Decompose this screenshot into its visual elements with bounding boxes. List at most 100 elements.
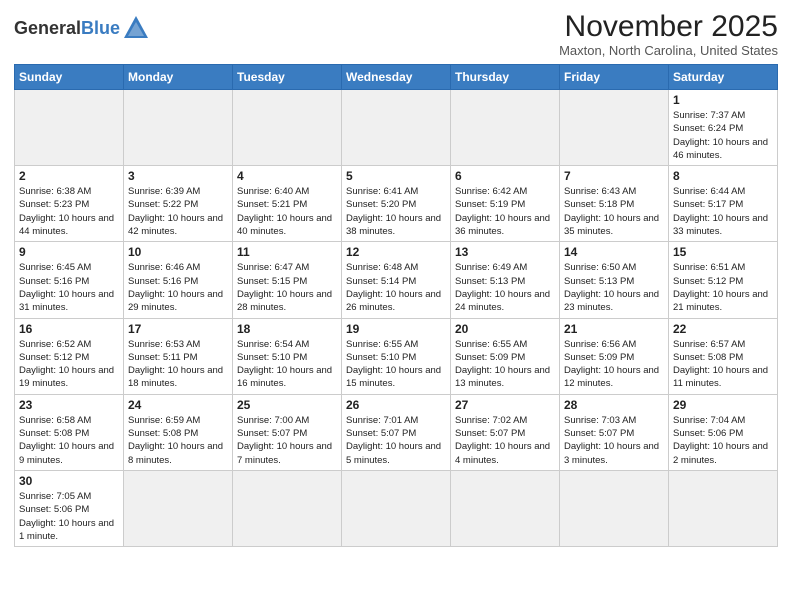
table-row: [124, 90, 233, 166]
day-info: Sunrise: 7:02 AM Sunset: 5:07 PM Dayligh…: [455, 414, 555, 467]
day-info: Sunrise: 6:42 AM Sunset: 5:19 PM Dayligh…: [455, 185, 555, 238]
table-row: 14 Sunrise: 6:50 AM Sunset: 5:13 PM Dayli…: [560, 242, 669, 318]
day-info: Sunrise: 7:37 AM Sunset: 6:24 PM Dayligh…: [673, 109, 773, 162]
day-info: Sunrise: 6:57 AM Sunset: 5:08 PM Dayligh…: [673, 338, 773, 391]
day-number: 19: [346, 322, 446, 336]
logo-blue: Blue: [81, 18, 120, 38]
table-row: 25 Sunrise: 7:00 AM Sunset: 5:07 PM Dayli…: [233, 394, 342, 470]
day-info: Sunrise: 6:50 AM Sunset: 5:13 PM Dayligh…: [564, 261, 664, 314]
table-row: 19 Sunrise: 6:55 AM Sunset: 5:10 PM Dayli…: [342, 318, 451, 394]
table-row: 12Sunrise: 6:48 AM Sunset: 5:14 PM Dayli…: [342, 242, 451, 318]
table-row: 21 Sunrise: 6:56 AM Sunset: 5:09 PM Dayli…: [560, 318, 669, 394]
day-number: 27: [455, 398, 555, 412]
table-row: [451, 90, 560, 166]
col-sunday: Sunday: [15, 65, 124, 90]
day-info: Sunrise: 6:53 AM Sunset: 5:11 PM Dayligh…: [128, 338, 228, 391]
logo-text: GeneralBlue: [14, 19, 120, 37]
day-number: 22: [673, 322, 773, 336]
day-info: Sunrise: 7:00 AM Sunset: 5:07 PM Dayligh…: [237, 414, 337, 467]
day-number: 20: [455, 322, 555, 336]
day-number: 8: [673, 169, 773, 183]
title-block: November 2025 Maxton, North Carolina, Un…: [559, 10, 778, 58]
location: Maxton, North Carolina, United States: [559, 43, 778, 58]
day-number: 10: [128, 245, 228, 259]
table-row: 4Sunrise: 6:40 AM Sunset: 5:21 PM Daylig…: [233, 166, 342, 242]
table-row: [15, 90, 124, 166]
table-row: 23 Sunrise: 6:58 AM Sunset: 5:08 PM Dayli…: [15, 394, 124, 470]
day-info: Sunrise: 7:05 AM Sunset: 5:06 PM Dayligh…: [19, 490, 119, 543]
month-title: November 2025: [559, 10, 778, 43]
day-info: Sunrise: 6:40 AM Sunset: 5:21 PM Dayligh…: [237, 185, 337, 238]
table-row: 18 Sunrise: 6:54 AM Sunset: 5:10 PM Dayli…: [233, 318, 342, 394]
day-info: Sunrise: 6:47 AM Sunset: 5:15 PM Dayligh…: [237, 261, 337, 314]
col-thursday: Thursday: [451, 65, 560, 90]
day-info: Sunrise: 6:45 AM Sunset: 5:16 PM Dayligh…: [19, 261, 119, 314]
day-number: 5: [346, 169, 446, 183]
calendar: Sunday Monday Tuesday Wednesday Thursday…: [14, 64, 778, 547]
day-info: Sunrise: 7:04 AM Sunset: 5:06 PM Dayligh…: [673, 414, 773, 467]
calendar-header-row: Sunday Monday Tuesday Wednesday Thursday…: [15, 65, 778, 90]
table-row: 20 Sunrise: 6:55 AM Sunset: 5:09 PM Dayli…: [451, 318, 560, 394]
day-info: Sunrise: 6:43 AM Sunset: 5:18 PM Dayligh…: [564, 185, 664, 238]
table-row: 8 Sunrise: 6:44 AM Sunset: 5:17 PM Daylig…: [669, 166, 778, 242]
day-number: 3: [128, 169, 228, 183]
table-row: [560, 470, 669, 546]
day-info: Sunrise: 7:03 AM Sunset: 5:07 PM Dayligh…: [564, 414, 664, 467]
day-number: 13: [455, 245, 555, 259]
day-number: 15: [673, 245, 773, 259]
table-row: 13 Sunrise: 6:49 AM Sunset: 5:13 PM Dayli…: [451, 242, 560, 318]
table-row: 2Sunrise: 6:38 AM Sunset: 5:23 PM Daylig…: [15, 166, 124, 242]
day-info: Sunrise: 6:52 AM Sunset: 5:12 PM Dayligh…: [19, 338, 119, 391]
day-info: Sunrise: 6:51 AM Sunset: 5:12 PM Dayligh…: [673, 261, 773, 314]
day-number: 21: [564, 322, 664, 336]
table-row: 3 Sunrise: 6:39 AM Sunset: 5:22 PM Daylig…: [124, 166, 233, 242]
table-row: 28Sunrise: 7:03 AM Sunset: 5:07 PM Dayli…: [560, 394, 669, 470]
table-row: [342, 90, 451, 166]
day-number: 25: [237, 398, 337, 412]
header: GeneralBlue November 2025 Maxton, North …: [14, 10, 778, 58]
table-row: [342, 470, 451, 546]
day-info: Sunrise: 6:55 AM Sunset: 5:09 PM Dayligh…: [455, 338, 555, 391]
table-row: 7Sunrise: 6:43 AM Sunset: 5:18 PM Daylig…: [560, 166, 669, 242]
col-saturday: Saturday: [669, 65, 778, 90]
table-row: [560, 90, 669, 166]
day-number: 30: [19, 474, 119, 488]
col-monday: Monday: [124, 65, 233, 90]
logo: GeneralBlue: [14, 14, 150, 42]
day-number: 11: [237, 245, 337, 259]
table-row: [124, 470, 233, 546]
day-number: 18: [237, 322, 337, 336]
day-info: Sunrise: 6:54 AM Sunset: 5:10 PM Dayligh…: [237, 338, 337, 391]
table-row: 26Sunrise: 7:01 AM Sunset: 5:07 PM Dayli…: [342, 394, 451, 470]
logo-general: General: [14, 18, 81, 38]
day-number: 14: [564, 245, 664, 259]
day-number: 23: [19, 398, 119, 412]
table-row: 6Sunrise: 6:42 AM Sunset: 5:19 PM Daylig…: [451, 166, 560, 242]
day-info: Sunrise: 6:44 AM Sunset: 5:17 PM Dayligh…: [673, 185, 773, 238]
table-row: 24Sunrise: 6:59 AM Sunset: 5:08 PM Dayli…: [124, 394, 233, 470]
day-info: Sunrise: 7:01 AM Sunset: 5:07 PM Dayligh…: [346, 414, 446, 467]
day-info: Sunrise: 6:56 AM Sunset: 5:09 PM Dayligh…: [564, 338, 664, 391]
col-wednesday: Wednesday: [342, 65, 451, 90]
day-number: 24: [128, 398, 228, 412]
table-row: 1 Sunrise: 7:37 AM Sunset: 6:24 PM Daylig…: [669, 90, 778, 166]
table-row: 17 Sunrise: 6:53 AM Sunset: 5:11 PM Dayli…: [124, 318, 233, 394]
table-row: 27 Sunrise: 7:02 AM Sunset: 5:07 PM Dayli…: [451, 394, 560, 470]
day-info: Sunrise: 6:55 AM Sunset: 5:10 PM Dayligh…: [346, 338, 446, 391]
day-number: 17: [128, 322, 228, 336]
day-info: Sunrise: 6:48 AM Sunset: 5:14 PM Dayligh…: [346, 261, 446, 314]
logo-icon: [122, 14, 150, 42]
day-number: 29: [673, 398, 773, 412]
table-row: 16Sunrise: 6:52 AM Sunset: 5:12 PM Dayli…: [15, 318, 124, 394]
table-row: [233, 470, 342, 546]
page: GeneralBlue November 2025 Maxton, North …: [0, 0, 792, 557]
day-info: Sunrise: 6:46 AM Sunset: 5:16 PM Dayligh…: [128, 261, 228, 314]
table-row: 5Sunrise: 6:41 AM Sunset: 5:20 PM Daylig…: [342, 166, 451, 242]
day-number: 2: [19, 169, 119, 183]
day-info: Sunrise: 6:58 AM Sunset: 5:08 PM Dayligh…: [19, 414, 119, 467]
table-row: 22 Sunrise: 6:57 AM Sunset: 5:08 PM Dayli…: [669, 318, 778, 394]
day-number: 1: [673, 93, 773, 107]
table-row: 30 Sunrise: 7:05 AM Sunset: 5:06 PM Dayli…: [15, 470, 124, 546]
day-info: Sunrise: 6:39 AM Sunset: 5:22 PM Dayligh…: [128, 185, 228, 238]
day-info: Sunrise: 6:49 AM Sunset: 5:13 PM Dayligh…: [455, 261, 555, 314]
